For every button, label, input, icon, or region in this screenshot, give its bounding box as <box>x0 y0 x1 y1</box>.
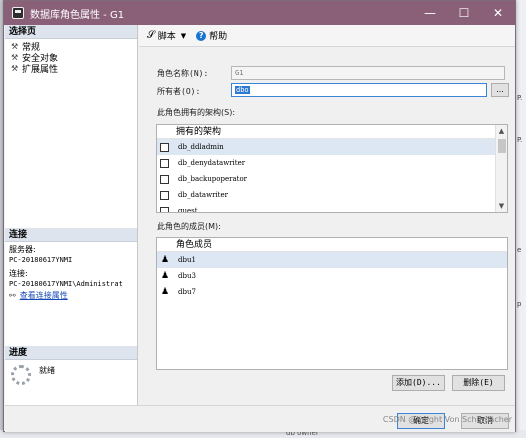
connection-header: 连接 <box>5 228 137 242</box>
members-column-header: 角色成员 <box>157 238 507 252</box>
role-name-field: G1 <box>231 66 505 80</box>
owned-schemas-list[interactable]: 拥有的架构 db_ddladmin db_denydatawriter db_b… <box>156 124 508 213</box>
script-icon: 𝒮 <box>147 30 155 41</box>
scroll-up-icon[interactable]: ▲ <box>496 125 507 137</box>
list-item[interactable]: ♟ dbu1 <box>157 252 507 268</box>
role-properties-dialog: 数据库角色属性 - G1 — ☐ ✕ 选择页 ⚒ 常规 ⚒ 安全对象 ⚒ 扩展属… <box>3 0 516 432</box>
list-item[interactable]: db_backupoperator <box>157 171 507 187</box>
progress-status: 就绪 <box>39 366 55 375</box>
member-name: dbu1 <box>178 256 196 264</box>
watermark: CSDN @Knight Von Schumacher <box>382 415 512 424</box>
owner-value: dbo <box>235 86 250 94</box>
list-item[interactable]: guest <box>157 203 507 213</box>
schema-checkbox[interactable] <box>160 142 169 152</box>
user-icon: ♟ <box>160 271 170 281</box>
schema-name: db_datawriter <box>178 191 228 199</box>
help-button[interactable]: ? 帮助 <box>196 29 227 42</box>
left-pane: 选择页 ⚒ 常规 ⚒ 安全对象 ⚒ 扩展属性 连接 服务器: PC-201806… <box>5 25 138 405</box>
script-label: 脚本 <box>157 32 176 42</box>
help-icon: ? <box>196 30 207 41</box>
schema-name: db_denydatawriter <box>178 159 246 167</box>
scroll-thumb[interactable] <box>498 139 506 153</box>
remove-member-button[interactable]: 删除(E) <box>452 375 505 391</box>
wrench-icon: ⚒ <box>11 53 19 62</box>
owner-label: 所有者(O): <box>157 87 201 96</box>
minimize-button[interactable]: — <box>413 1 447 25</box>
member-name: dbu7 <box>178 288 196 296</box>
role-name-label: 角色名称(N): <box>157 69 209 78</box>
role-members-list[interactable]: 角色成员 ♟ dbu1 ♟ dbu3 ♟ dbu7 <box>156 237 508 370</box>
schemas-label: 此角色拥有的架构(S): <box>157 108 236 117</box>
connection-value: PC-20180617YNMI\Administrat <box>9 280 123 288</box>
progress-spinner-icon <box>11 365 31 385</box>
connection-info: 服务器: PC-20180617YNMI 连接: PC-20180617YNMI… <box>5 242 137 304</box>
server-value: PC-20180617YNMI <box>9 256 73 264</box>
list-item[interactable]: ♟ dbu3 <box>157 268 507 284</box>
wrench-icon: ⚒ <box>11 64 19 73</box>
user-icon: ♟ <box>160 287 170 297</box>
schema-checkbox[interactable] <box>160 190 169 200</box>
maximize-button[interactable]: ☐ <box>447 1 481 25</box>
page-item-extended-properties[interactable]: ⚒ 扩展属性 <box>5 63 137 75</box>
background-text: P. <box>517 136 523 144</box>
add-member-button[interactable]: 添加(D)... <box>392 375 445 391</box>
schema-checkbox[interactable] <box>160 174 169 184</box>
window-title: 数据库角色属性 - G1 <box>30 9 125 21</box>
background-text: p <box>517 300 522 308</box>
schemas-scrollbar[interactable]: ▲ ▼ <box>495 125 507 212</box>
list-item[interactable]: db_datawriter <box>157 187 507 203</box>
wrench-icon: ⚒ <box>11 42 19 51</box>
help-label: 帮助 <box>209 32 228 42</box>
list-item[interactable]: ♟ dbu7 <box>157 284 507 300</box>
schema-name: db_ddladmin <box>178 143 224 151</box>
server-label: 服务器: <box>9 245 36 254</box>
connection-label: 连接: <box>9 269 28 278</box>
owner-field[interactable]: dbo <box>231 83 487 97</box>
schema-checkbox[interactable] <box>160 206 169 212</box>
list-item[interactable]: db_ddladmin <box>157 139 507 155</box>
scroll-down-icon[interactable]: ▼ <box>496 200 507 212</box>
members-label: 此角色的成员(M): <box>157 222 221 231</box>
browse-owner-button[interactable]: ... <box>491 83 509 97</box>
script-button[interactable]: 𝒮 脚本 ▼ <box>147 29 186 42</box>
member-name: dbu3 <box>178 272 196 280</box>
progress-header: 进度 <box>5 346 137 360</box>
close-button[interactable]: ✕ <box>481 1 515 25</box>
schema-name: guest <box>178 207 198 213</box>
pages-header: 选择页 <box>5 25 137 39</box>
schema-checkbox[interactable] <box>160 158 169 168</box>
connection-properties-icon: ⚯ <box>9 291 16 300</box>
page-item-label: 扩展属性 <box>22 65 59 75</box>
background-text: e <box>517 246 522 254</box>
chevron-down-icon: ▼ <box>180 31 187 40</box>
view-connection-properties-link[interactable]: 查看连接属性 <box>20 291 68 301</box>
list-item[interactable]: db_denydatawriter <box>157 155 507 171</box>
user-icon: ♟ <box>160 255 170 265</box>
database-app-icon <box>12 7 24 19</box>
schema-name: db_backupoperator <box>178 175 247 183</box>
main-content: 𝒮 脚本 ▼ ? 帮助 角色名称(N): G1 所有者(O): dbo ... … <box>139 25 515 405</box>
schemas-column-header: 拥有的架构 <box>157 125 507 139</box>
title-bar[interactable]: 数据库角色属性 - G1 — ☐ ✕ <box>4 1 515 25</box>
toolbar: 𝒮 脚本 ▼ ? 帮助 <box>139 25 515 47</box>
page-list: ⚒ 常规 ⚒ 安全对象 ⚒ 扩展属性 <box>5 39 137 75</box>
background-text: P. <box>517 94 523 102</box>
